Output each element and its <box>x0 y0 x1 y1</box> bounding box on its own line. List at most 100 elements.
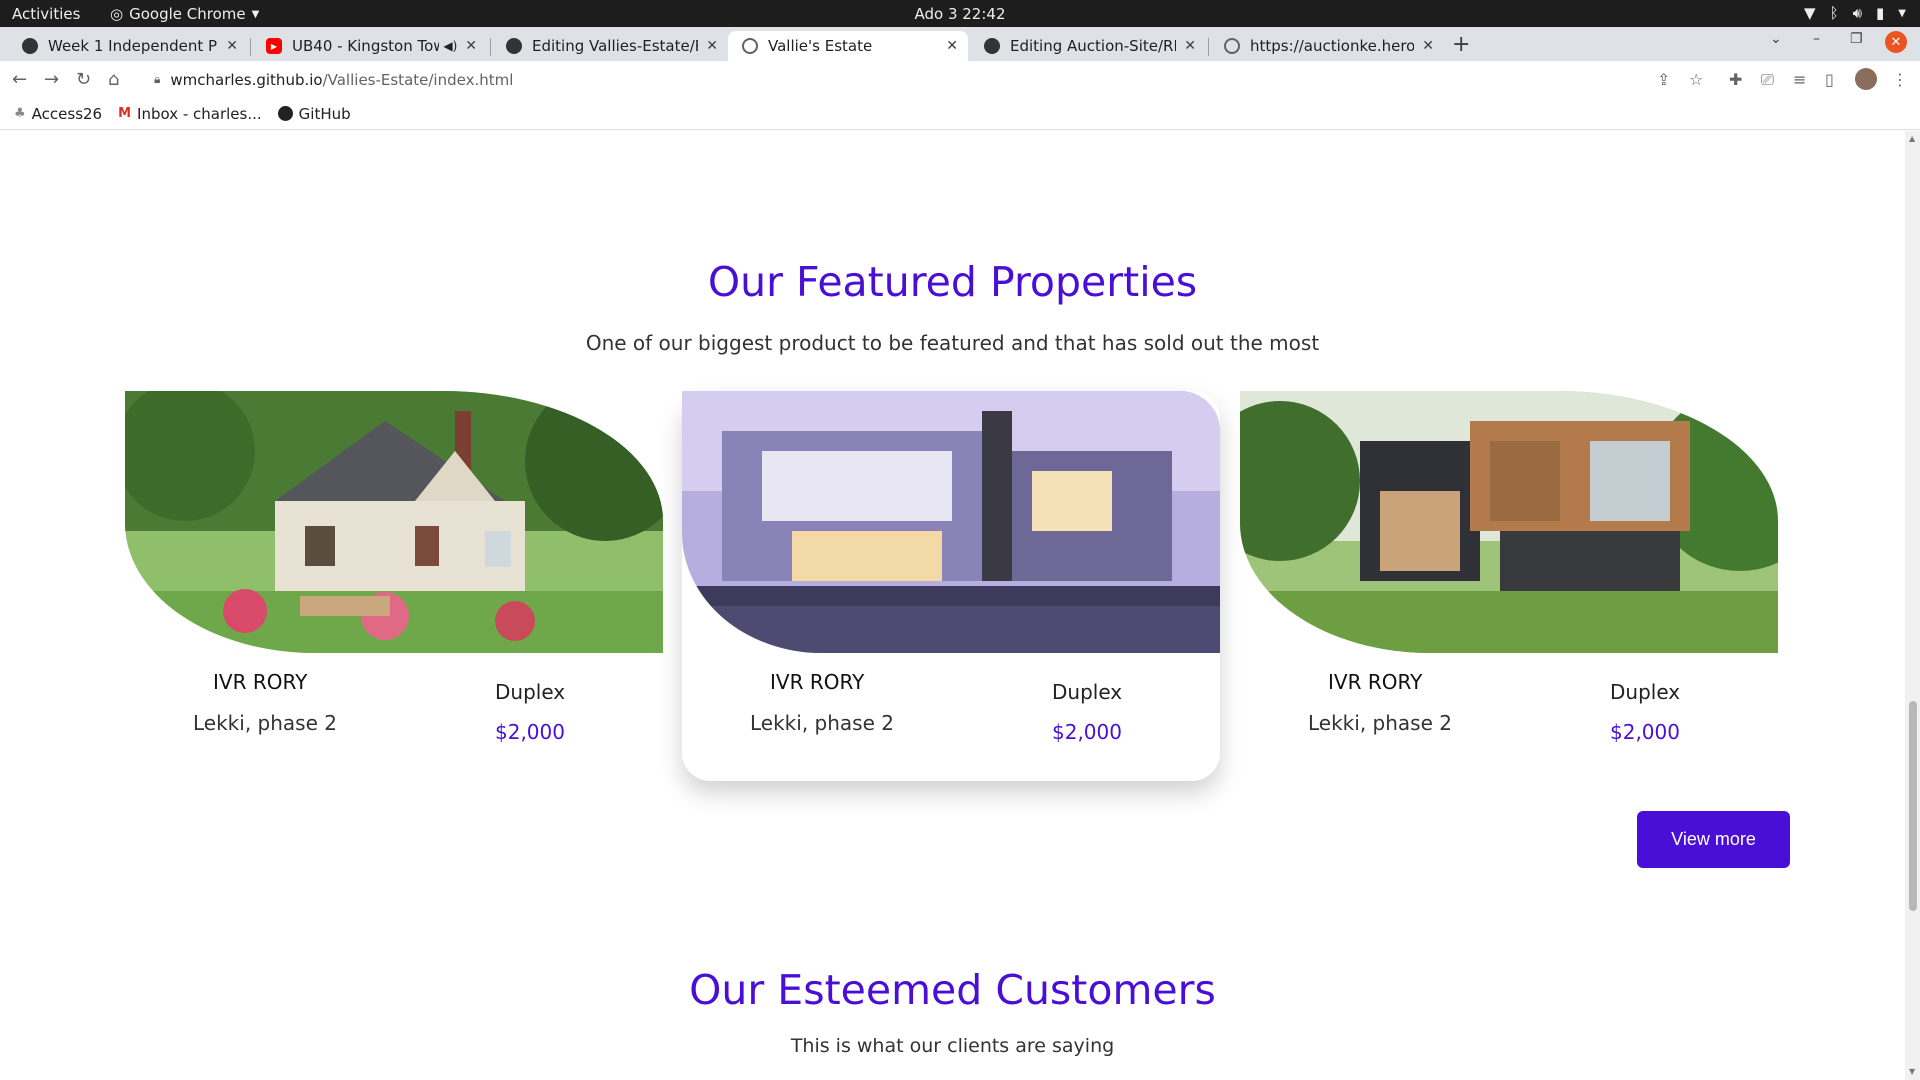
view-more-button[interactable]: View more <box>1637 811 1790 868</box>
property-image[interactable] <box>682 391 1220 653</box>
property-card[interactable]: IVR RORY Duplex Lekki, phase 2 $2,000 <box>125 391 663 781</box>
property-location: Lekki, phase 2 <box>1308 711 1452 735</box>
property-location: Lekki, phase 2 <box>750 711 894 735</box>
extensions-icon[interactable]: ✚ <box>1729 70 1742 89</box>
url-host: wmcharles.github.io <box>170 70 323 89</box>
property-card[interactable]: IVR RORY Duplex Lekki, phase 2 $2,000 <box>682 391 1220 781</box>
bluetooth-icon: ᛒ <box>1829 4 1839 22</box>
close-icon[interactable]: ✕ <box>226 38 238 54</box>
property-price: $2,000 <box>495 720 565 744</box>
new-tab-button[interactable]: + <box>1452 32 1470 57</box>
tab-search-icon[interactable]: ⌄ <box>1770 31 1782 47</box>
tab-week1[interactable]: Week 1 Independent Proj ✕ <box>8 31 248 61</box>
bookmark-inbox[interactable]: M Inbox - charles... <box>118 105 262 123</box>
menu-kebab-icon[interactable]: ⋮ <box>1892 70 1908 89</box>
window-close-icon[interactable]: ✕ <box>1885 31 1907 53</box>
system-tray[interactable]: ▼ ᛒ 🔊︎ ▮ ▼ <box>1804 4 1906 22</box>
property-location: Lekki, phase 2 <box>193 711 337 735</box>
speaker-icon[interactable]: ◀) <box>443 39 457 53</box>
globe-icon <box>742 38 758 54</box>
victorian-house-photo <box>125 391 663 653</box>
bookmark-label: Access26 <box>31 104 103 123</box>
volume-icon: 🔊︎ <box>1852 4 1863 22</box>
power-menu-icon: ▼ <box>1898 7 1906 19</box>
browser-toolbar: ← → ↻ ⌂ 🔒︎ wmcharles.github.io/Vallies-E… <box>0 61 1920 98</box>
minimize-icon[interactable]: – <box>1813 31 1820 47</box>
tab-separator <box>1208 38 1209 56</box>
battery-icon: ▮ <box>1876 4 1885 22</box>
github-icon <box>506 38 522 54</box>
bookmark-label: GitHub <box>298 104 351 123</box>
tab-title: Editing Auction-Site/REA <box>1010 37 1177 55</box>
lock-icon[interactable]: 🔒︎ <box>154 72 160 87</box>
property-price: $2,000 <box>1052 720 1122 744</box>
media-queue-icon[interactable]: ≡ <box>1793 70 1806 89</box>
page-scrollbar[interactable]: ▲ ▼ <box>1905 131 1920 1080</box>
close-icon[interactable]: ✕ <box>1422 38 1434 54</box>
reload-icon[interactable]: ↻ <box>76 69 91 90</box>
scroll-down-icon[interactable]: ▼ <box>1909 1067 1915 1076</box>
activities-button[interactable]: Activities <box>12 5 80 23</box>
property-price: $2,000 <box>1610 720 1680 744</box>
property-image[interactable] <box>125 391 663 653</box>
tab-ub40[interactable]: ▶ UB40 - Kingston Town ◀) ✕ <box>252 31 487 61</box>
forward-icon[interactable]: → <box>44 69 59 90</box>
property-name: IVR RORY <box>213 670 308 694</box>
property-name: IVR RORY <box>770 670 865 694</box>
close-icon[interactable]: ✕ <box>706 38 718 54</box>
tab-separator <box>250 38 251 56</box>
tab-title: Vallie's Estate <box>768 37 873 55</box>
scrollbar-thumb[interactable] <box>1909 701 1917 911</box>
github-icon <box>984 38 1000 54</box>
wooden-modern-house-photo <box>1240 391 1778 653</box>
address-bar[interactable]: 🔒︎ wmcharles.github.io/Vallies-Estate/in… <box>140 65 1680 94</box>
property-type: Duplex <box>495 680 566 704</box>
tab-title: UB40 - Kingston Town <box>292 37 440 55</box>
share-icon[interactable]: ⇪ <box>1657 70 1670 89</box>
bookmark-star-icon[interactable]: ☆ <box>1689 70 1703 89</box>
property-image[interactable] <box>1240 391 1778 653</box>
home-icon[interactable]: ⌂ <box>108 69 119 90</box>
restore-icon[interactable]: ❐ <box>1850 31 1863 47</box>
tab-vallies-estate[interactable]: Vallie's Estate ✕ <box>728 31 968 61</box>
customers-subtitle: This is what our clients are saying <box>790 1035 1115 1057</box>
property-name: IVR RORY <box>1328 670 1423 694</box>
featured-title: Our Featured Properties <box>707 258 1198 306</box>
close-icon[interactable]: ✕ <box>465 38 477 54</box>
github-icon <box>22 38 38 54</box>
bookmark-label: Inbox - charles... <box>137 104 262 123</box>
property-card[interactable]: IVR RORY Duplex Lekki, phase 2 $2,000 <box>1240 391 1778 781</box>
tab-strip: Week 1 Independent Proj ✕ ▶ UB40 - Kings… <box>0 27 1920 61</box>
back-icon[interactable]: ← <box>12 69 27 90</box>
close-icon[interactable]: ✕ <box>1184 38 1196 54</box>
url-text[interactable]: wmcharles.github.io/Vallies-Estate/index… <box>170 71 513 89</box>
bookmarks-bar: ♣ Access26 M Inbox - charles... GitHub <box>0 98 1920 130</box>
chrome-icon: ◎ <box>110 5 124 23</box>
scroll-up-icon[interactable]: ▲ <box>1909 134 1915 143</box>
close-icon[interactable]: ✕ <box>946 38 958 54</box>
featured-subtitle: One of our biggest product to be feature… <box>585 331 1320 355</box>
github-icon <box>277 106 293 121</box>
url-path: /Vallies-Estate/index.html <box>322 70 514 89</box>
tab-editing-auction[interactable]: Editing Auction-Site/REA ✕ <box>970 31 1206 61</box>
bookmark-access26[interactable]: ♣ Access26 <box>14 105 102 123</box>
tab-title: Editing Vallies-Estate/RE <box>532 37 699 55</box>
cast-icon[interactable]: ⎚ <box>1761 70 1774 90</box>
tab-auctionke[interactable]: https://auctionke.heroku ✕ <box>1210 31 1444 61</box>
caret-down-icon: ▼ <box>251 8 260 20</box>
clock[interactable]: Ado 3 22:42 <box>0 5 1920 23</box>
side-panel-icon[interactable]: ▯ <box>1825 70 1834 89</box>
bookmark-github[interactable]: GitHub <box>277 104 351 123</box>
profile-avatar[interactable] <box>1855 68 1877 90</box>
tab-editing-vallies[interactable]: Editing Vallies-Estate/RE ✕ <box>492 31 728 61</box>
os-top-bar: Activities ◎ Google Chrome ▼ Ado 3 22:42… <box>0 0 1920 27</box>
property-type: Duplex <box>1052 680 1123 704</box>
app-menu[interactable]: ◎ Google Chrome ▼ <box>110 5 259 23</box>
wifi-icon: ▼ <box>1804 4 1816 22</box>
modern-villa-photo <box>682 391 1220 653</box>
youtube-icon: ▶ <box>266 38 282 54</box>
tab-title: Week 1 Independent Proj <box>48 37 219 55</box>
globe-icon <box>1224 38 1240 54</box>
tab-title: https://auctionke.heroku <box>1250 37 1415 55</box>
gmail-icon: M <box>118 106 132 121</box>
